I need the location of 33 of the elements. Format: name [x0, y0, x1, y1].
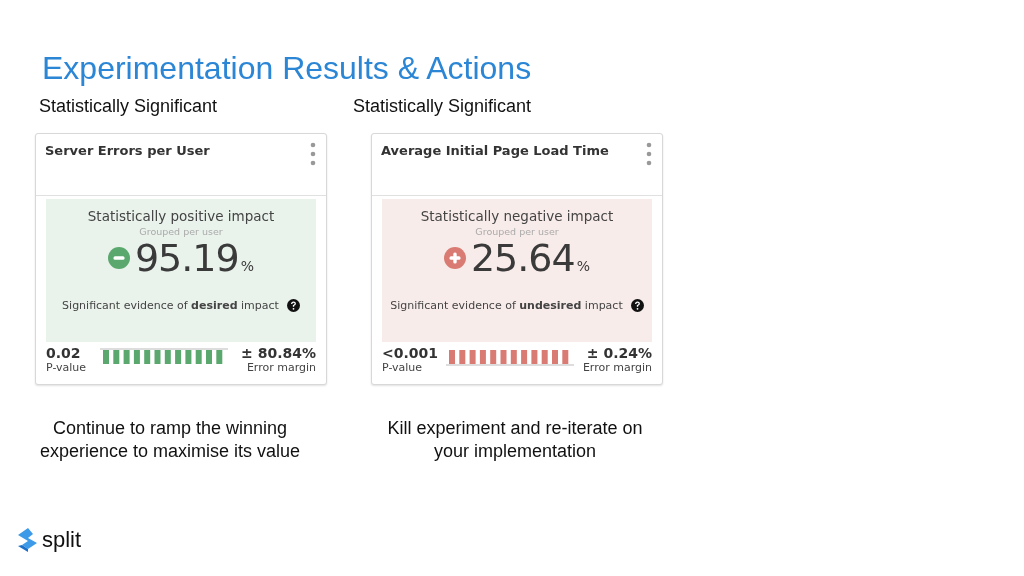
p-value-label: P-value — [46, 361, 87, 374]
impact-verdict: Statistically positive impact — [87, 208, 275, 224]
plus-circle-icon — [443, 247, 466, 269]
more-options-icon[interactable] — [310, 142, 316, 166]
percent-unit: % — [240, 258, 255, 274]
impact-verdict: Statistically negative impact — [420, 208, 614, 224]
logo-icon — [18, 528, 38, 552]
help-icon[interactable] — [630, 299, 644, 312]
card-title: Server Errors per User — [45, 143, 210, 160]
error-margin-label: Error margin — [582, 361, 652, 374]
error-margin-value: ± 80.84% — [241, 345, 316, 361]
action-caption: Continue to ramp the winning experience to maximise its value — [38, 417, 302, 463]
help-icon[interactable] — [286, 299, 300, 312]
p-value-label: P-value — [382, 361, 424, 374]
p-value: 0.02 — [46, 345, 82, 361]
more-options-icon[interactable] — [646, 142, 652, 166]
column-heading: Statistically Significant — [38, 95, 219, 118]
evidence-text: Significant evidence of desired impact — [62, 299, 279, 312]
column-heading: Statistically Significant — [353, 95, 533, 118]
percent-unit: % — [576, 258, 591, 274]
error-margin-label: Error margin — [246, 361, 316, 374]
action-caption: Kill experiment and re-iterate on your implementation — [386, 417, 644, 463]
impact-value: 25.64 — [470, 237, 575, 279]
error-margin-value: ± 0.24% — [586, 345, 652, 361]
grouping-label: Grouped per user — [475, 226, 559, 237]
impact-value: 95.19 — [134, 237, 239, 279]
p-value: <0.001 — [382, 345, 438, 361]
grouping-label: Grouped per user — [139, 226, 223, 237]
minus-circle-icon — [107, 247, 130, 269]
card-title: Average Initial Page Load Time — [381, 143, 609, 160]
slide-title: Experimentation Results & Actions — [42, 49, 533, 88]
evidence-text: Significant evidence of undesired impact — [390, 299, 623, 312]
logo-text: split — [42, 528, 82, 552]
